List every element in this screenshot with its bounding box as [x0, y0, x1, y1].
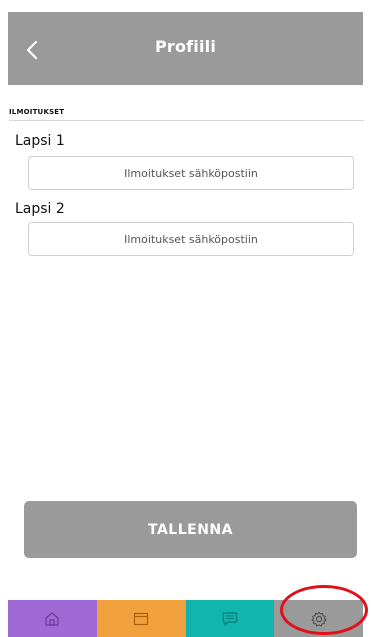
tab-home[interactable]	[8, 600, 97, 637]
tab-settings[interactable]	[274, 600, 363, 637]
section-divider	[9, 120, 364, 121]
child-1-email-notifications-button[interactable]: Ilmoitukset sähköpostiin	[28, 156, 354, 190]
tab-messages[interactable]	[185, 600, 275, 637]
bottom-tab-bar	[8, 600, 363, 637]
page-title: Profiili	[154, 37, 217, 56]
save-button[interactable]: TALLENNA	[24, 501, 357, 558]
calendar-icon	[134, 612, 149, 625]
tab-calendar[interactable]	[96, 600, 186, 637]
gear-icon	[311, 611, 327, 626]
home-icon	[45, 611, 59, 626]
child-2-email-notifications-label: Ilmoitukset sähköpostiin	[124, 232, 258, 246]
child-2-label: Lapsi 2	[15, 201, 65, 217]
child-1-label: Lapsi 1	[15, 133, 65, 149]
child-2-email-notifications-button[interactable]: Ilmoitukset sähköpostiin	[28, 222, 354, 256]
save-button-label: TALLENNA	[148, 521, 233, 538]
child-1-email-notifications-label: Ilmoitukset sähköpostiin	[124, 166, 258, 180]
section-title-notifications: ILMOITUKSET	[9, 108, 65, 116]
app-header: Profiili	[8, 12, 363, 85]
message-icon	[222, 611, 237, 626]
